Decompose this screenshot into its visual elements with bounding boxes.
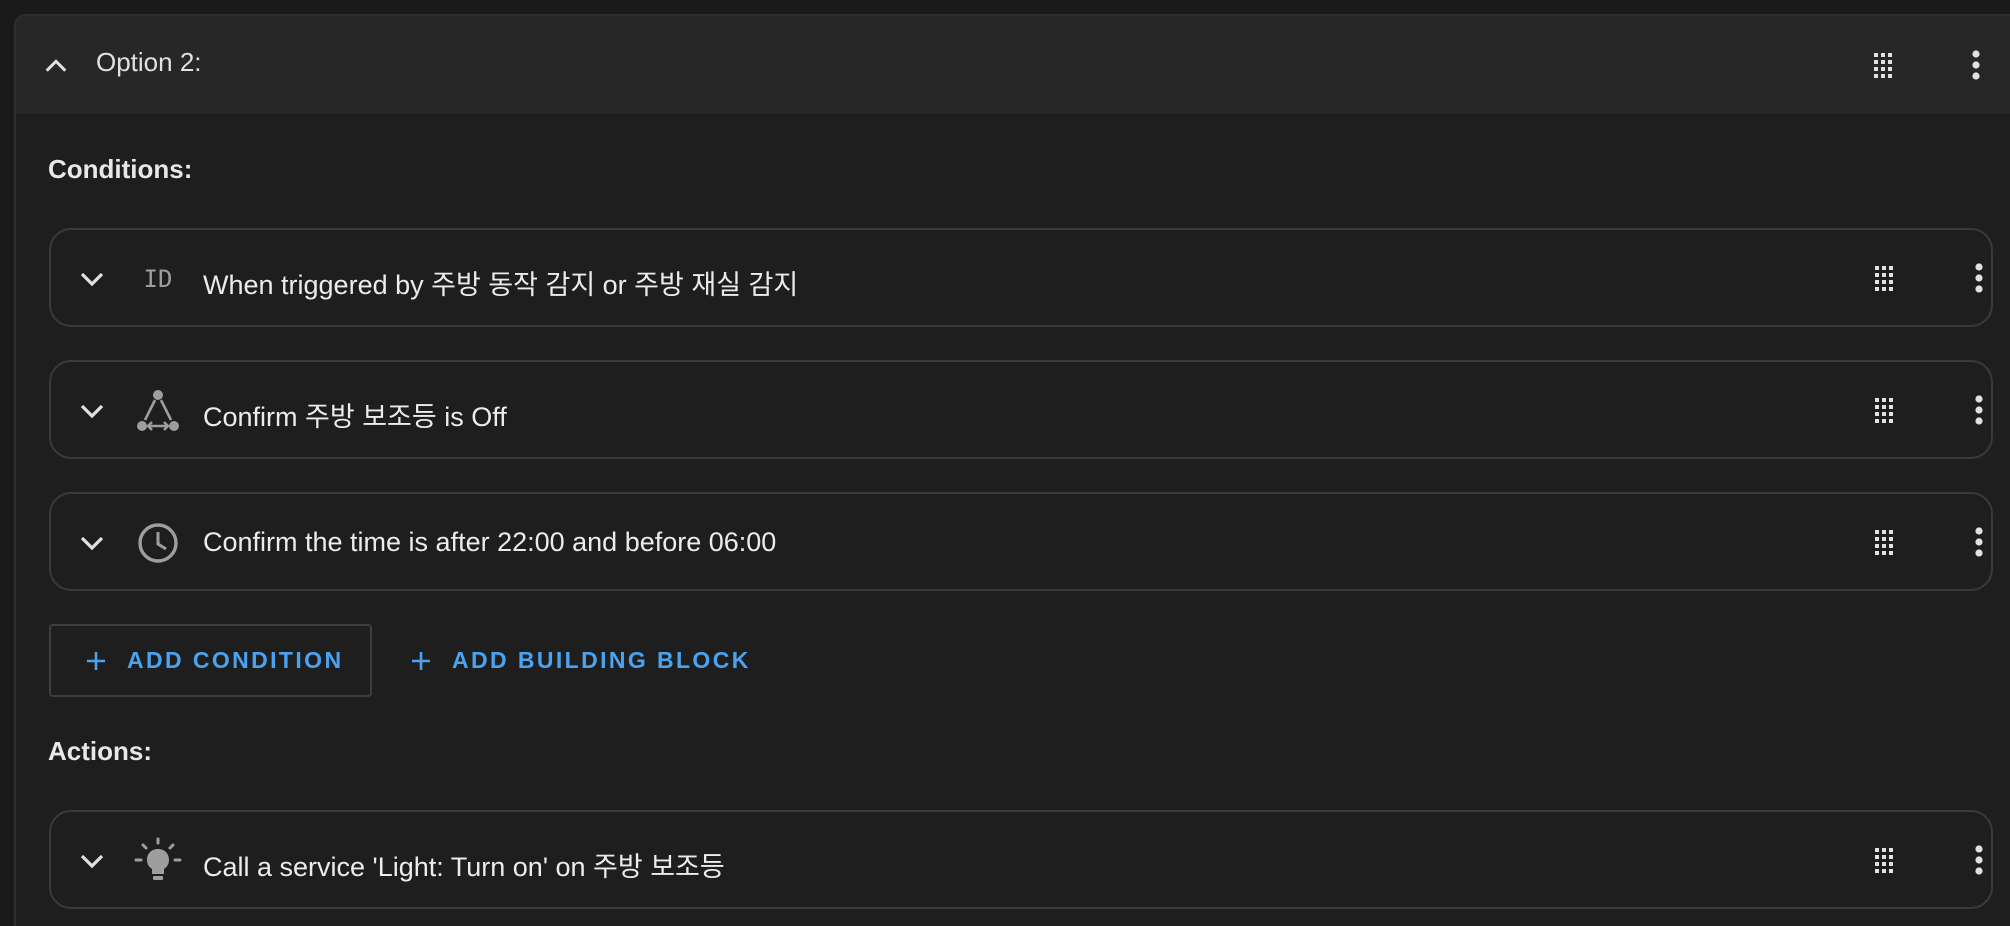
condition-text: Confirm the time is after 22:00 and befo… [203, 527, 777, 557]
chevron-up-icon[interactable] [42, 52, 70, 80]
chevron-down-icon[interactable] [77, 846, 107, 876]
add-condition-label: ADD CONDITION [127, 647, 344, 673]
drag-handle-icon[interactable] [1869, 845, 1899, 875]
clock-icon [138, 523, 178, 563]
add-building-block-label: ADD BUILDING BLOCK [452, 647, 751, 673]
condition-text: Confirm 주방 보조등 is Off [203, 402, 507, 432]
more-vertical-icon[interactable] [1961, 50, 1991, 80]
actions-label: Actions: [48, 736, 152, 766]
more-vertical-icon[interactable] [1964, 395, 1994, 425]
option-panel: Option 2: Conditions: ID When triggered … [14, 14, 2010, 926]
add-building-block-button[interactable]: ADD BUILDING BLOCK [392, 624, 751, 697]
plus-icon [412, 651, 430, 670]
chevron-down-icon[interactable] [77, 264, 107, 294]
drag-handle-icon[interactable] [1869, 527, 1899, 557]
condition-card-state[interactable]: Confirm 주방 보조등 is Off [49, 360, 1993, 459]
more-vertical-icon[interactable] [1964, 263, 1994, 293]
lightbulb-icon [134, 837, 182, 880]
condition-card-trigger[interactable]: ID When triggered by 주방 동작 감지 or 주방 재실 감… [49, 228, 1993, 327]
drag-handle-icon[interactable] [1869, 263, 1899, 293]
drag-handle-icon[interactable] [1869, 395, 1899, 425]
device-network-icon [137, 390, 179, 431]
more-vertical-icon[interactable] [1964, 845, 1994, 875]
chevron-down-icon[interactable] [77, 396, 107, 426]
option-title: Option 2: [96, 47, 202, 77]
condition-card-time[interactable]: Confirm the time is after 22:00 and befo… [49, 492, 1993, 591]
plus-icon [87, 651, 105, 670]
id-badge-icon: ID [144, 265, 173, 293]
condition-text: When triggered by 주방 동작 감지 or 주방 재실 감지 [203, 270, 799, 300]
option-header[interactable]: Option 2: [16, 16, 2010, 114]
more-vertical-icon[interactable] [1964, 527, 1994, 557]
id-badge-text: ID [144, 265, 173, 293]
chevron-down-icon[interactable] [77, 528, 107, 558]
action-card-service[interactable]: Call a service 'Light: Turn on' on 주방 보조… [49, 810, 1993, 909]
action-text: Call a service 'Light: Turn on' on 주방 보조… [203, 852, 725, 882]
drag-handle-icon[interactable] [1868, 50, 1898, 80]
conditions-label: Conditions: [48, 154, 193, 184]
add-condition-button[interactable]: ADD CONDITION [49, 624, 372, 697]
